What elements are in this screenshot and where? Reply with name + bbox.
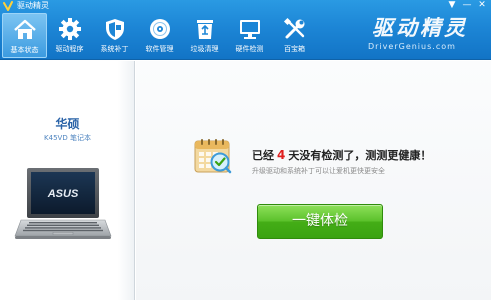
nav-label: 系统补丁 [100,45,129,53]
header-bar: 驱动精灵 ▼ — ✕ 基本状态 驱动程序 系统补丁 软件管理 垃圾清理 硬件检测… [0,0,491,60]
brand-logo-text: 驱动精灵 [372,16,468,40]
status-suffix: 天没有检测了，测测更健康！ [288,149,432,162]
title-bar: 驱动精灵 ▼ — ✕ [0,0,491,13]
tools-icon [283,17,307,41]
gear-icon [58,17,82,41]
status-message: 已经 4 天没有检测了，测测更健康！ [252,147,431,163]
nav-item-hardware[interactable]: 硬件检测 [227,13,272,58]
asus-screen-logo: ASUS [47,188,79,200]
menu-dropdown-icon[interactable]: ▼ [447,0,457,11]
nav-label: 基本状态 [10,46,39,54]
monitor-icon [238,17,262,41]
nav-item-software[interactable]: 软件管理 [137,13,182,58]
main-nav: 基本状态 驱动程序 系统补丁 软件管理 垃圾清理 硬件检测 百宝箱 [2,13,317,58]
device-panel: 华硕 K45VD 笔记本 ASUS [0,61,135,300]
one-click-check-button[interactable]: 一键体检 [257,204,383,239]
device-brand: 华硕 [55,117,80,131]
calendar-check-icon [194,139,232,174]
nav-label: 垃圾清理 [190,45,219,53]
status-subtitle: 升级驱动和系统补丁可以让爱机更快更安全 [252,167,385,175]
recycle-bin-icon [193,17,217,41]
status-prefix: 已经 [252,149,274,162]
nav-item-drivers[interactable]: 驱动程序 [47,13,92,58]
nav-item-toolbox[interactable]: 百宝箱 [272,13,317,58]
minimize-button[interactable]: — [462,0,472,11]
main-content: 已经 4 天没有检测了，测测更健康！ 升级驱动和系统补丁可以让爱机更快更安全 一键体… [136,61,491,300]
close-button[interactable]: ✕ [477,0,487,11]
brand-site: DriverGenius.com [368,42,456,51]
laptop-icon: ASUS [14,168,112,239]
shield-icon [103,17,127,41]
window-controls: ▼ — ✕ [447,0,487,11]
brand-logo: 驱动精灵 DriverGenius.com [364,15,488,57]
nav-label: 软件管理 [145,45,174,53]
days-count: 4 [277,148,286,162]
nav-label: 驱动程序 [55,45,84,53]
nav-label: 硬件检测 [235,45,264,53]
device-model: K45VD 笔记本 [44,134,91,142]
disc-icon [148,17,172,41]
nav-label: 百宝箱 [284,45,305,53]
home-icon [13,18,37,42]
nav-item-patches[interactable]: 系统补丁 [92,13,137,58]
nav-item-cleanup[interactable]: 垃圾清理 [182,13,227,58]
app-logo-icon [3,1,13,11]
app-title: 驱动精灵 [17,1,49,10]
nav-item-basic-status[interactable]: 基本状态 [2,13,47,58]
